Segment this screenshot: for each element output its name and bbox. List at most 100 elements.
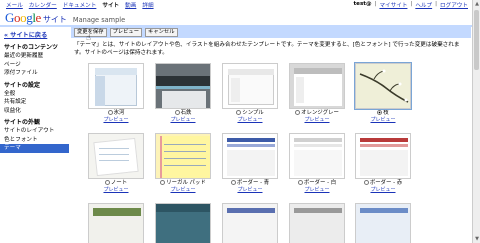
- theme-thumbnail-border-blue[interactable]: [222, 133, 278, 179]
- nav-mail[interactable]: メール: [6, 1, 23, 9]
- nav-more[interactable]: 詳細: [142, 1, 153, 9]
- nav-calendar[interactable]: カレンダー: [29, 1, 57, 9]
- theme-preview-link[interactable]: プレビュー: [155, 187, 211, 193]
- separator: |: [374, 1, 377, 7]
- theme-tile-branch[interactable]: 枝 プレビュー: [354, 62, 412, 123]
- theme-radio-legal-pad[interactable]: [160, 180, 166, 185]
- theme-tile-row3-4[interactable]: [289, 203, 345, 243]
- theme-thumbnail[interactable]: [222, 203, 278, 243]
- theme-thumbnail-simple[interactable]: [222, 63, 278, 109]
- theme-thumbnail-border-red[interactable]: [355, 133, 411, 179]
- scroll-down-icon[interactable]: ▼: [473, 235, 480, 243]
- sidebar-item-pages[interactable]: ページ: [0, 61, 69, 70]
- preview-button[interactable]: プレビュー: [109, 27, 142, 37]
- sidebar-item-colors-fonts[interactable]: 色とフォント: [0, 136, 69, 145]
- theme-radio-orange-gray[interactable]: [295, 110, 301, 115]
- theme-thumbnail-border-white[interactable]: [289, 133, 345, 179]
- sidebar-item-site-layout[interactable]: サイトのレイアウト: [0, 127, 69, 136]
- theme-thumbnail-notebook[interactable]: [88, 133, 144, 179]
- theme-description: 「テーマ」とは、サイトのレイアウトや色、イラストを組み合わせたテンプレートです。…: [74, 42, 460, 56]
- sites-label: サイト: [42, 15, 67, 24]
- sidebar: « サイトに戻る サイトのコンテンツ 最近の更新履歴 ページ 添付ファイル サイ…: [0, 28, 69, 153]
- theme-preview-link[interactable]: プレビュー: [289, 187, 345, 193]
- theme-tile-row3-5[interactable]: [355, 203, 411, 243]
- theme-preview-link[interactable]: プレビュー: [88, 117, 144, 123]
- theme-tile-border-white[interactable]: ボーダー - 白 プレビュー: [289, 133, 345, 193]
- user-email: test@: [353, 1, 372, 7]
- sidebar-item-general[interactable]: 全般: [0, 90, 69, 99]
- mouse-cursor-icon: ☝: [86, 33, 91, 42]
- theme-tile-orange-gray[interactable]: オレンジグレー プレビュー: [289, 63, 345, 123]
- logout-link[interactable]: ログアウト: [440, 1, 468, 9]
- page-scrollbar[interactable]: ▲ ▼: [472, 0, 480, 243]
- theme-tile-row3-2[interactable]: [155, 203, 211, 243]
- theme-tile-border-blue[interactable]: ボーダー - 青 プレビュー: [222, 133, 278, 193]
- theme-radio-glacier[interactable]: [107, 110, 113, 115]
- theme-preview-link[interactable]: プレビュー: [355, 117, 411, 123]
- separator: |: [410, 1, 413, 7]
- scrollbar-thumb[interactable]: [474, 10, 479, 70]
- theme-thumbnail[interactable]: [155, 203, 211, 243]
- branch-illustration: [356, 64, 410, 108]
- theme-radio-border-red[interactable]: [363, 180, 369, 185]
- theme-name: リーガル パッド: [166, 180, 206, 186]
- theme-tile-legal-pad[interactable]: リーガル パッド プレビュー: [155, 133, 211, 193]
- my-sites-link[interactable]: マイサイト: [379, 1, 407, 9]
- google-sites-logo[interactable]: Google サイト Manage sample: [5, 10, 125, 25]
- theme-preview-link[interactable]: プレビュー: [222, 187, 278, 193]
- scroll-up-icon[interactable]: ▲: [473, 0, 480, 8]
- theme-preview-link[interactable]: プレビュー: [155, 117, 211, 123]
- theme-preview-link[interactable]: プレビュー: [289, 117, 345, 123]
- separator: |: [435, 1, 438, 7]
- theme-tile-row3-3[interactable]: [222, 203, 278, 243]
- theme-name: ボーダー - 青: [236, 180, 270, 186]
- theme-thumbnail[interactable]: [88, 203, 144, 243]
- theme-thumbnail-orange-gray[interactable]: [289, 63, 345, 109]
- theme-radio-border-blue[interactable]: [230, 180, 236, 185]
- theme-radio-notebook[interactable]: [104, 180, 110, 185]
- theme-name: 石鉄: [180, 110, 192, 116]
- theme-name: ボーダー - 白: [303, 180, 337, 186]
- sidebar-item-monetize[interactable]: 収益化: [0, 107, 69, 116]
- theme-radio-border-white[interactable]: [297, 180, 303, 185]
- theme-name: ボーダー - 赤: [369, 180, 403, 186]
- theme-tile-slate[interactable]: 石鉄 プレビュー: [155, 63, 211, 123]
- theme-tile-border-red[interactable]: ボーダー - 赤 プレビュー: [355, 133, 411, 193]
- theme-preview-link[interactable]: プレビュー: [355, 187, 411, 193]
- theme-radio-slate[interactable]: [174, 110, 180, 115]
- sidebar-item-recent-activity[interactable]: 最近の更新履歴: [0, 52, 69, 61]
- nav-video[interactable]: 動画: [125, 1, 136, 9]
- google-wordmark: Google: [5, 10, 41, 25]
- theme-thumbnail-glacier[interactable]: [88, 63, 144, 109]
- theme-preview-link[interactable]: プレビュー: [88, 187, 144, 193]
- theme-tile-simple[interactable]: シンプル プレビュー: [222, 63, 278, 123]
- nav-documents[interactable]: ドキュメント: [63, 1, 97, 9]
- theme-thumbnail-slate[interactable]: [155, 63, 211, 109]
- sidebar-item-themes[interactable]: テーマ: [0, 144, 69, 153]
- theme-thumbnail-legal-pad[interactable]: [155, 133, 211, 179]
- nav-sites-current: サイト: [102, 3, 120, 9]
- theme-name: シンプル: [242, 110, 264, 116]
- main-content: 変更を保存 プレビュー キャンセル ☝ 「テーマ」とは、サイトのレイアウトや色、…: [71, 26, 471, 243]
- back-to-site-link[interactable]: « サイトに戻る: [0, 28, 69, 40]
- theme-tile-notebook[interactable]: ノート プレビュー: [88, 133, 144, 193]
- theme-thumbnail[interactable]: [289, 203, 345, 243]
- theme-thumbnail-branch[interactable]: [354, 62, 412, 110]
- top-nav: メール カレンダー ドキュメント サイト 動画 詳細 test@ | マイサイト…: [0, 0, 472, 10]
- action-bar: 変更を保存 プレビュー キャンセル ☝: [71, 26, 471, 42]
- theme-radio-simple[interactable]: [236, 110, 242, 115]
- cancel-button[interactable]: キャンセル: [145, 27, 178, 37]
- theme-tile-row3-1[interactable]: [88, 203, 144, 243]
- theme-preview-link[interactable]: プレビュー: [222, 117, 278, 123]
- help-link[interactable]: ヘルプ: [415, 1, 432, 9]
- section-site-settings: サイトの設定: [4, 81, 41, 89]
- sidebar-item-sharing[interactable]: 共有設定: [0, 98, 69, 107]
- theme-name: ノート: [110, 180, 128, 186]
- theme-thumbnail[interactable]: [355, 203, 411, 243]
- theme-radio-branch[interactable]: [377, 110, 383, 115]
- theme-name: オレンジグレー: [301, 110, 339, 116]
- sidebar-item-attachments[interactable]: 添付ファイル: [0, 69, 69, 78]
- theme-name: 枝: [383, 110, 389, 116]
- theme-tile-glacier[interactable]: 氷河 プレビュー: [88, 63, 144, 123]
- section-site-appearance: サイトの外観: [4, 119, 41, 126]
